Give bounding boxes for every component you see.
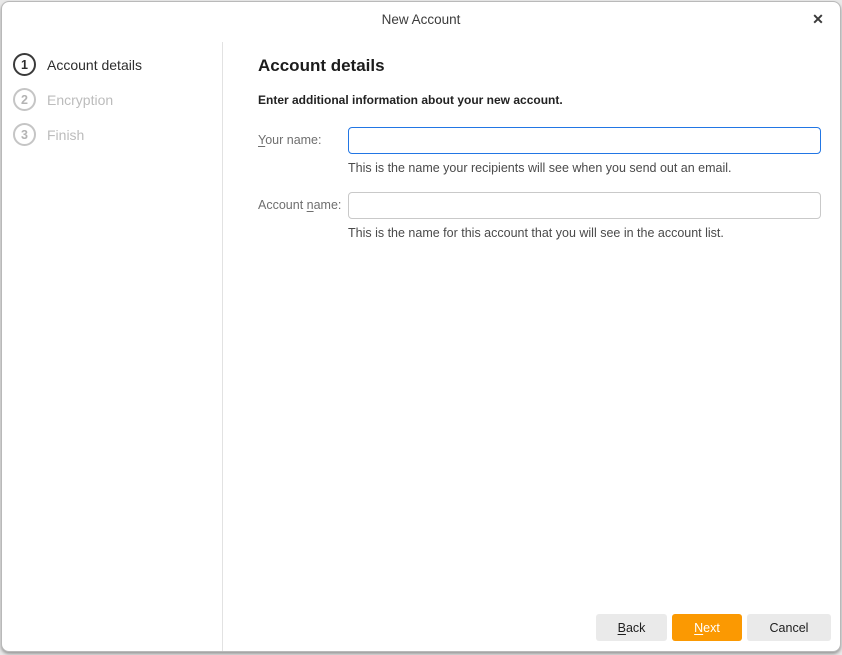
step-label: Finish <box>47 127 84 143</box>
new-account-dialog: New Account ✕ 1 Account details 2 Encryp… <box>1 1 841 652</box>
wizard-steps-sidebar: 1 Account details 2 Encryption 3 Finish <box>2 42 223 651</box>
main-content: Account details Enter additional informa… <box>223 42 840 651</box>
step-label: Encryption <box>47 92 113 108</box>
account-name-input[interactable] <box>348 192 821 219</box>
footer-button-bar: Back Next Cancel <box>258 614 831 651</box>
account-name-helper-text: This is the name for this account that y… <box>348 226 821 240</box>
dialog-titlebar: New Account ✕ <box>2 2 840 42</box>
account-name-label: Account name: <box>258 192 348 212</box>
page-title: Account details <box>258 56 821 76</box>
step-item-encryption: 2 Encryption <box>2 82 222 117</box>
cancel-button[interactable]: Cancel <box>747 614 831 641</box>
account-name-field-row: Account name: This is the name for this … <box>258 192 821 240</box>
step-item-account-details: 1 Account details <box>2 47 222 82</box>
step-number-circle: 1 <box>13 53 36 76</box>
your-name-field-row: Your name: This is the name your recipie… <box>258 127 821 175</box>
your-name-label: Your name: <box>258 127 348 147</box>
back-button[interactable]: Back <box>596 614 667 641</box>
dialog-title: New Account <box>2 2 840 27</box>
your-name-helper-text: This is the name your recipients will se… <box>348 161 821 175</box>
page-subtitle: Enter additional information about your … <box>258 93 821 107</box>
your-name-input[interactable] <box>348 127 821 154</box>
step-label: Account details <box>47 57 142 73</box>
next-button[interactable]: Next <box>672 614 742 641</box>
step-number-circle: 2 <box>13 88 36 111</box>
close-icon[interactable]: ✕ <box>807 8 829 30</box>
step-number-circle: 3 <box>13 123 36 146</box>
step-item-finish: 3 Finish <box>2 117 222 152</box>
